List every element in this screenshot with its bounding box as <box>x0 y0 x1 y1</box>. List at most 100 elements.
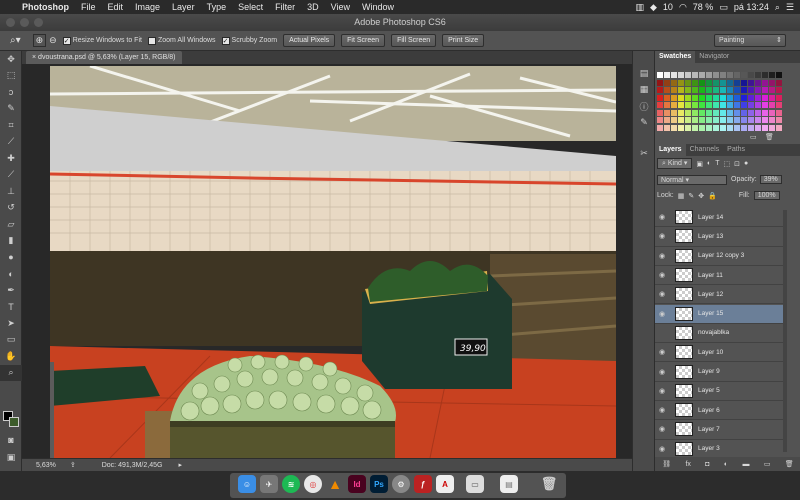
zoom-tool-icon[interactable]: ⌕▾ <box>10 35 21 46</box>
menu-file[interactable]: File <box>81 2 96 12</box>
resize-windows-checkbox[interactable]: ✓ Resize Windows to Fit <box>62 36 142 45</box>
color-swatch[interactable] <box>727 117 733 123</box>
layer-row[interactable]: ◉ Layer 13 <box>655 227 783 247</box>
color-swatch[interactable] <box>776 94 782 101</box>
color-swatch[interactable] <box>727 102 733 108</box>
color-swatch[interactable] <box>692 87 698 93</box>
layer-visibility-eye-icon[interactable]: ◉ <box>655 368 669 376</box>
color-swatch[interactable] <box>734 79 740 86</box>
color-swatch[interactable] <box>699 102 705 108</box>
fit-screen-button[interactable]: Fit Screen <box>341 34 386 47</box>
dodge-icon[interactable]: ◐ <box>0 266 22 283</box>
preview-icon[interactable]: ▭ <box>466 475 484 493</box>
color-swatch[interactable] <box>755 72 761 78</box>
tab-channels[interactable]: Channels <box>686 144 724 156</box>
layer-row[interactable]: ◉ Layer 7 <box>655 420 783 440</box>
layer-row[interactable]: ◉ Layer 15 <box>655 304 783 324</box>
color-swatch[interactable] <box>741 109 747 116</box>
color-swatch[interactable] <box>727 87 733 93</box>
filter-toggle-icon[interactable]: ● <box>744 160 748 167</box>
tool-presets-icon[interactable]: ✂ <box>633 145 655 162</box>
menu-type[interactable]: Type <box>207 2 227 12</box>
zoom-level[interactable]: 5,63% <box>36 462 56 469</box>
color-swatch[interactable] <box>678 117 684 123</box>
color-swatch[interactable] <box>678 124 684 131</box>
color-swatch[interactable] <box>748 109 754 116</box>
menu-select[interactable]: Select <box>238 2 263 12</box>
layer-row[interactable]: ◉ Layer 11 <box>655 266 783 286</box>
color-swatch[interactable] <box>734 102 740 108</box>
document-tab[interactable]: × dvoustrana.psd @ 5,63% (Layer 15, RGB/… <box>26 51 182 64</box>
zoom-window-icon[interactable] <box>34 18 43 27</box>
menu-filter[interactable]: Filter <box>275 2 295 12</box>
color-swatch[interactable] <box>671 109 677 116</box>
pen-icon[interactable]: ✒ <box>0 282 22 299</box>
dropbox-icon[interactable]: ◆ <box>650 2 657 13</box>
layer-visibility-eye-icon[interactable]: ◉ <box>655 445 669 453</box>
filter-adjustment-icon[interactable]: ◐ <box>707 160 711 167</box>
layer-visibility-eye-icon[interactable]: ◉ <box>655 271 669 279</box>
filter-shape-icon[interactable]: ⬚ <box>724 160 731 168</box>
layer-visibility-eye-icon[interactable]: ◉ <box>655 213 669 221</box>
blend-mode-select[interactable]: Normal ▾ <box>657 174 727 185</box>
blur-icon[interactable]: ● <box>0 249 22 266</box>
notes-icon[interactable]: ▤ <box>500 475 518 493</box>
new-group-icon[interactable]: ▬ <box>743 461 750 468</box>
color-swatch[interactable] <box>699 72 705 78</box>
color-swatch[interactable] <box>755 124 761 131</box>
color-swatch[interactable] <box>706 117 712 123</box>
quick-mask-icon[interactable]: ◙ <box>0 432 22 449</box>
history-brush-icon[interactable]: ↺ <box>0 200 22 217</box>
color-swatch[interactable] <box>720 117 726 123</box>
tab-swatches[interactable]: Swatches <box>655 51 696 63</box>
color-swatch[interactable] <box>657 109 663 116</box>
color-swatch[interactable] <box>720 72 726 78</box>
color-swatch[interactable] <box>762 72 768 78</box>
color-swatch[interactable] <box>678 94 684 101</box>
color-swatch[interactable] <box>671 79 677 86</box>
color-swatch[interactable] <box>706 79 712 86</box>
crop-icon[interactable]: ⌗ <box>0 117 22 134</box>
color-swatch[interactable] <box>685 124 691 131</box>
healing-icon[interactable]: ✚ <box>0 150 22 167</box>
layer-row[interactable]: ◉ Layer 3 <box>655 440 783 459</box>
color-swatch[interactable] <box>664 94 670 101</box>
menu-window[interactable]: Window <box>362 2 394 12</box>
color-swatch[interactable] <box>762 79 768 86</box>
color-swatch[interactable] <box>748 117 754 123</box>
color-swatch[interactable] <box>706 87 712 93</box>
layer-row[interactable]: novajablka <box>655 324 783 344</box>
actual-pixels-button[interactable]: Actual Pixels <box>283 34 336 47</box>
properties-panel-icon[interactable]: ▦ <box>633 82 655 99</box>
color-swatch[interactable] <box>692 94 698 101</box>
color-swatch[interactable] <box>776 124 782 131</box>
color-swatch[interactable] <box>699 79 705 86</box>
color-swatch[interactable] <box>734 109 740 116</box>
layer-visibility-eye-icon[interactable]: ◉ <box>655 406 669 414</box>
color-swatch[interactable] <box>685 72 691 78</box>
tab-navigator[interactable]: Navigator <box>695 51 733 63</box>
menu-edit[interactable]: Edit <box>108 2 124 12</box>
color-swatch[interactable] <box>720 79 726 86</box>
history-panel-icon[interactable]: ▤ <box>633 65 655 82</box>
filter-type-icon[interactable]: T <box>715 160 719 167</box>
vlc-icon[interactable]: ▲ <box>326 475 344 493</box>
color-swatch[interactable] <box>734 87 740 93</box>
color-swatch[interactable] <box>720 109 726 116</box>
color-swatch[interactable] <box>769 72 775 78</box>
hand-icon[interactable]: ✋ <box>0 348 22 365</box>
color-swatch[interactable] <box>741 117 747 123</box>
lock-position-icon[interactable]: ✥ <box>698 192 704 200</box>
layer-visibility-eye-icon[interactable]: ◉ <box>655 387 669 395</box>
screen-mode-icon[interactable]: ▣ <box>0 449 22 466</box>
color-swatch[interactable] <box>664 117 670 123</box>
eraser-icon[interactable]: ▱ <box>0 216 22 233</box>
color-swatch[interactable] <box>692 124 698 131</box>
layer-style-icon[interactable]: fx <box>685 461 690 468</box>
color-swatch[interactable] <box>685 94 691 101</box>
layer-visibility-eye-icon[interactable]: ◉ <box>655 290 669 298</box>
color-swatch[interactable] <box>769 109 775 116</box>
color-swatch[interactable] <box>762 117 768 123</box>
color-swatch[interactable] <box>762 94 768 101</box>
color-swatch[interactable] <box>734 72 740 78</box>
